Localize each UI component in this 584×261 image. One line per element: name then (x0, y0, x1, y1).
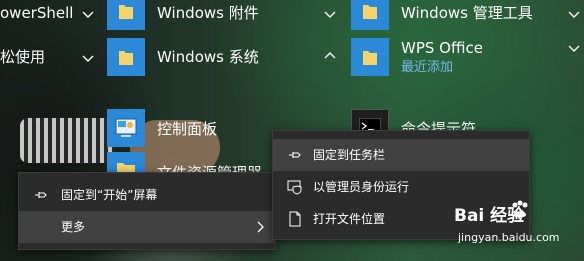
group-windows-system[interactable]: Windows 系统 (157, 48, 259, 66)
file-icon (289, 211, 301, 227)
chevron-up-icon[interactable] (322, 48, 338, 64)
folder-icon (363, 51, 377, 65)
folder-tile[interactable] (351, 0, 389, 30)
folder-icon (119, 51, 133, 65)
wallpaper-striped-shirt (20, 118, 115, 163)
app-control-panel[interactable]: 控制面板 (157, 120, 217, 138)
powershell-label[interactable]: owerShell (0, 4, 73, 22)
ease-of-use-label[interactable]: 松使用 (0, 48, 45, 66)
group-windows-accessories[interactable]: Windows 附件 (157, 4, 259, 22)
menu-label: 更多 (61, 220, 86, 234)
chevron-down-icon[interactable] (322, 6, 338, 22)
baidu-watermark: Bai 经验 jingyan.baidu.com (454, 195, 574, 255)
chevron-right-icon (257, 221, 264, 233)
menu-item-pin-to-start[interactable]: 固定到“开始”屏幕 (19, 179, 275, 211)
pin-icon (289, 152, 301, 158)
chevron-down-icon[interactable] (80, 6, 96, 22)
watermark-brand: Bai 经验 (454, 206, 525, 226)
chevron-down-icon[interactable] (566, 40, 582, 56)
control-panel-icon (115, 118, 137, 137)
menu-item-pin-to-taskbar[interactable]: 固定到任务栏 (273, 139, 529, 171)
folder-tile[interactable] (351, 38, 389, 76)
group-windows-admin-tools[interactable]: Windows 管理工具 (401, 4, 533, 22)
folder-tile[interactable] (107, 0, 145, 30)
menu-label: 固定到“开始”屏幕 (61, 188, 158, 202)
folder-icon (119, 5, 133, 19)
chevron-down-icon[interactable] (566, 6, 582, 22)
group-wps-office[interactable]: WPS Office (401, 39, 483, 57)
menu-item-more[interactable]: 更多 (19, 211, 275, 243)
folder-icon (363, 5, 377, 19)
menu-label: 打开文件位置 (313, 212, 386, 226)
chevron-down-icon[interactable] (80, 50, 96, 66)
watermark-url: jingyan.baidu.com (458, 231, 560, 244)
menu-label: 固定到任务栏 (313, 148, 386, 162)
recently-added-badge: 最近添加 (401, 60, 454, 75)
menu-label: 以管理员身份运行 (313, 180, 410, 194)
control-panel-tile[interactable] (107, 109, 145, 147)
admin-shield-icon (287, 180, 302, 195)
pin-icon (35, 192, 47, 198)
context-menu-primary: 固定到“开始”屏幕 更多 (18, 172, 276, 250)
folder-tile[interactable] (107, 38, 145, 76)
